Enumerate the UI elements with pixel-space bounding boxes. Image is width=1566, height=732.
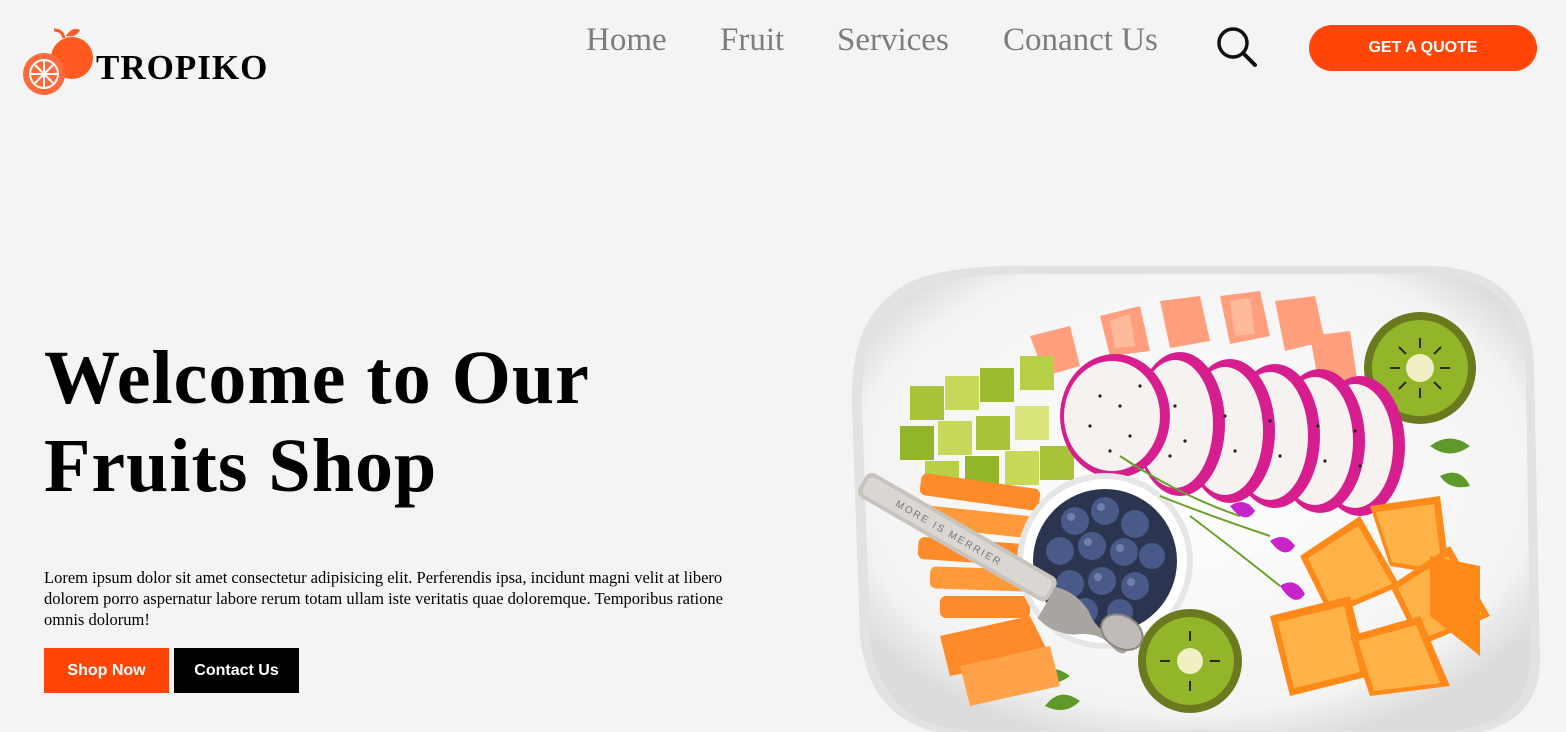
get-a-quote-button[interactable]: GET A QUOTE (1309, 25, 1537, 71)
hero-description: Lorem ipsum dolor sit amet consectetur a… (44, 568, 723, 629)
nav-services[interactable]: Services (837, 22, 949, 59)
hero-title: Welcome to Our Fruits Shop (44, 334, 744, 510)
hero-title-line-2: Fruits Shop (44, 424, 438, 508)
fruit-platter-image: MORE IS MERRIER (830, 256, 1566, 732)
logo[interactable]: TROPIKO (22, 24, 282, 98)
search-icon (1217, 27, 1257, 67)
shop-now-button[interactable]: Shop Now (44, 648, 169, 693)
orange-logo-icon (23, 28, 93, 95)
nav-home[interactable]: Home (586, 22, 667, 59)
hero-title-line-1: Welcome to Our (44, 336, 590, 420)
search-button[interactable] (1214, 25, 1260, 69)
logo-text: TROPIKO (96, 48, 269, 87)
nav-contact-us[interactable]: Conanct Us (1003, 22, 1158, 59)
nav-fruit[interactable]: Fruit (720, 22, 784, 59)
contact-us-button[interactable]: Contact Us (174, 648, 299, 693)
